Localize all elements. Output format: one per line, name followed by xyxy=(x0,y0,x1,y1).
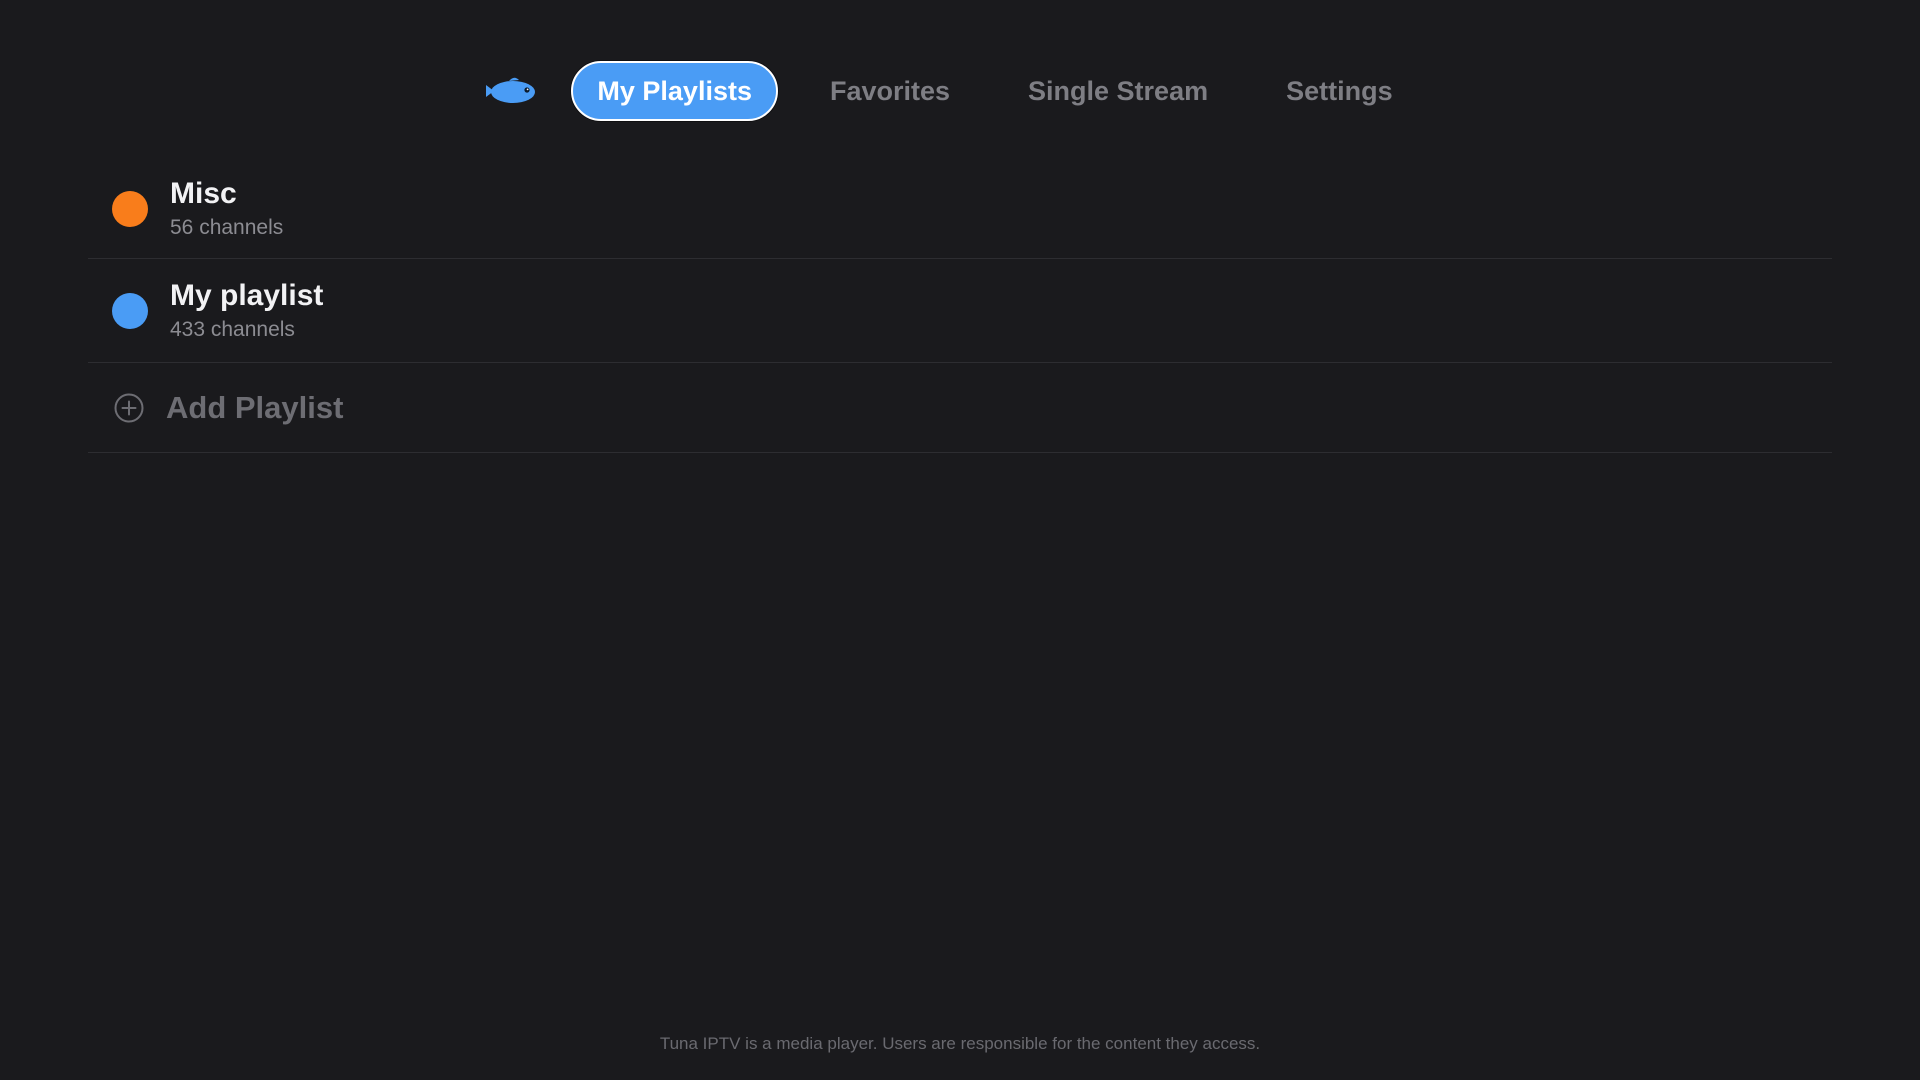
playlist-text: Misc 56 channels xyxy=(170,176,283,242)
tab-my-playlists[interactable]: My Playlists xyxy=(571,61,778,121)
footer-disclaimer: Tuna IPTV is a media player. Users are r… xyxy=(659,1034,1261,1053)
playlist-channel-count: 56 channels xyxy=(170,216,284,239)
playlist-row-misc[interactable]: Misc 56 channels xyxy=(88,160,1832,259)
tab-single-stream[interactable]: Single Stream xyxy=(1002,61,1234,121)
nav-bar: My Playlists Favorites Single Stream Set… xyxy=(483,61,1426,121)
playlist-color-dot xyxy=(112,292,148,329)
tab-settings[interactable]: Settings xyxy=(1260,61,1419,121)
add-playlist-button[interactable]: Add Playlist xyxy=(88,363,1832,453)
app-screen: My Playlists Favorites Single Stream Set… xyxy=(0,0,1920,1080)
tab-favorites[interactable]: Favorites xyxy=(804,61,976,121)
playlist-text: My playlist 433 channels xyxy=(170,278,323,344)
plus-circle-icon xyxy=(114,393,144,423)
playlist-name: My playlist xyxy=(170,278,324,312)
playlist-list: Misc 56 channels My playlist 433 channel… xyxy=(88,160,1832,453)
tuna-fish-icon xyxy=(483,71,539,111)
add-playlist-label: Add Playlist xyxy=(166,389,344,425)
playlist-color-dot xyxy=(112,191,148,227)
playlist-name: Misc xyxy=(170,177,237,210)
playlist-row-my-playlist[interactable]: My playlist 433 channels xyxy=(88,259,1832,363)
playlist-channel-count: 433 channels xyxy=(170,317,295,341)
top-navigation: My Playlists Favorites Single Stream Set… xyxy=(0,59,1920,123)
